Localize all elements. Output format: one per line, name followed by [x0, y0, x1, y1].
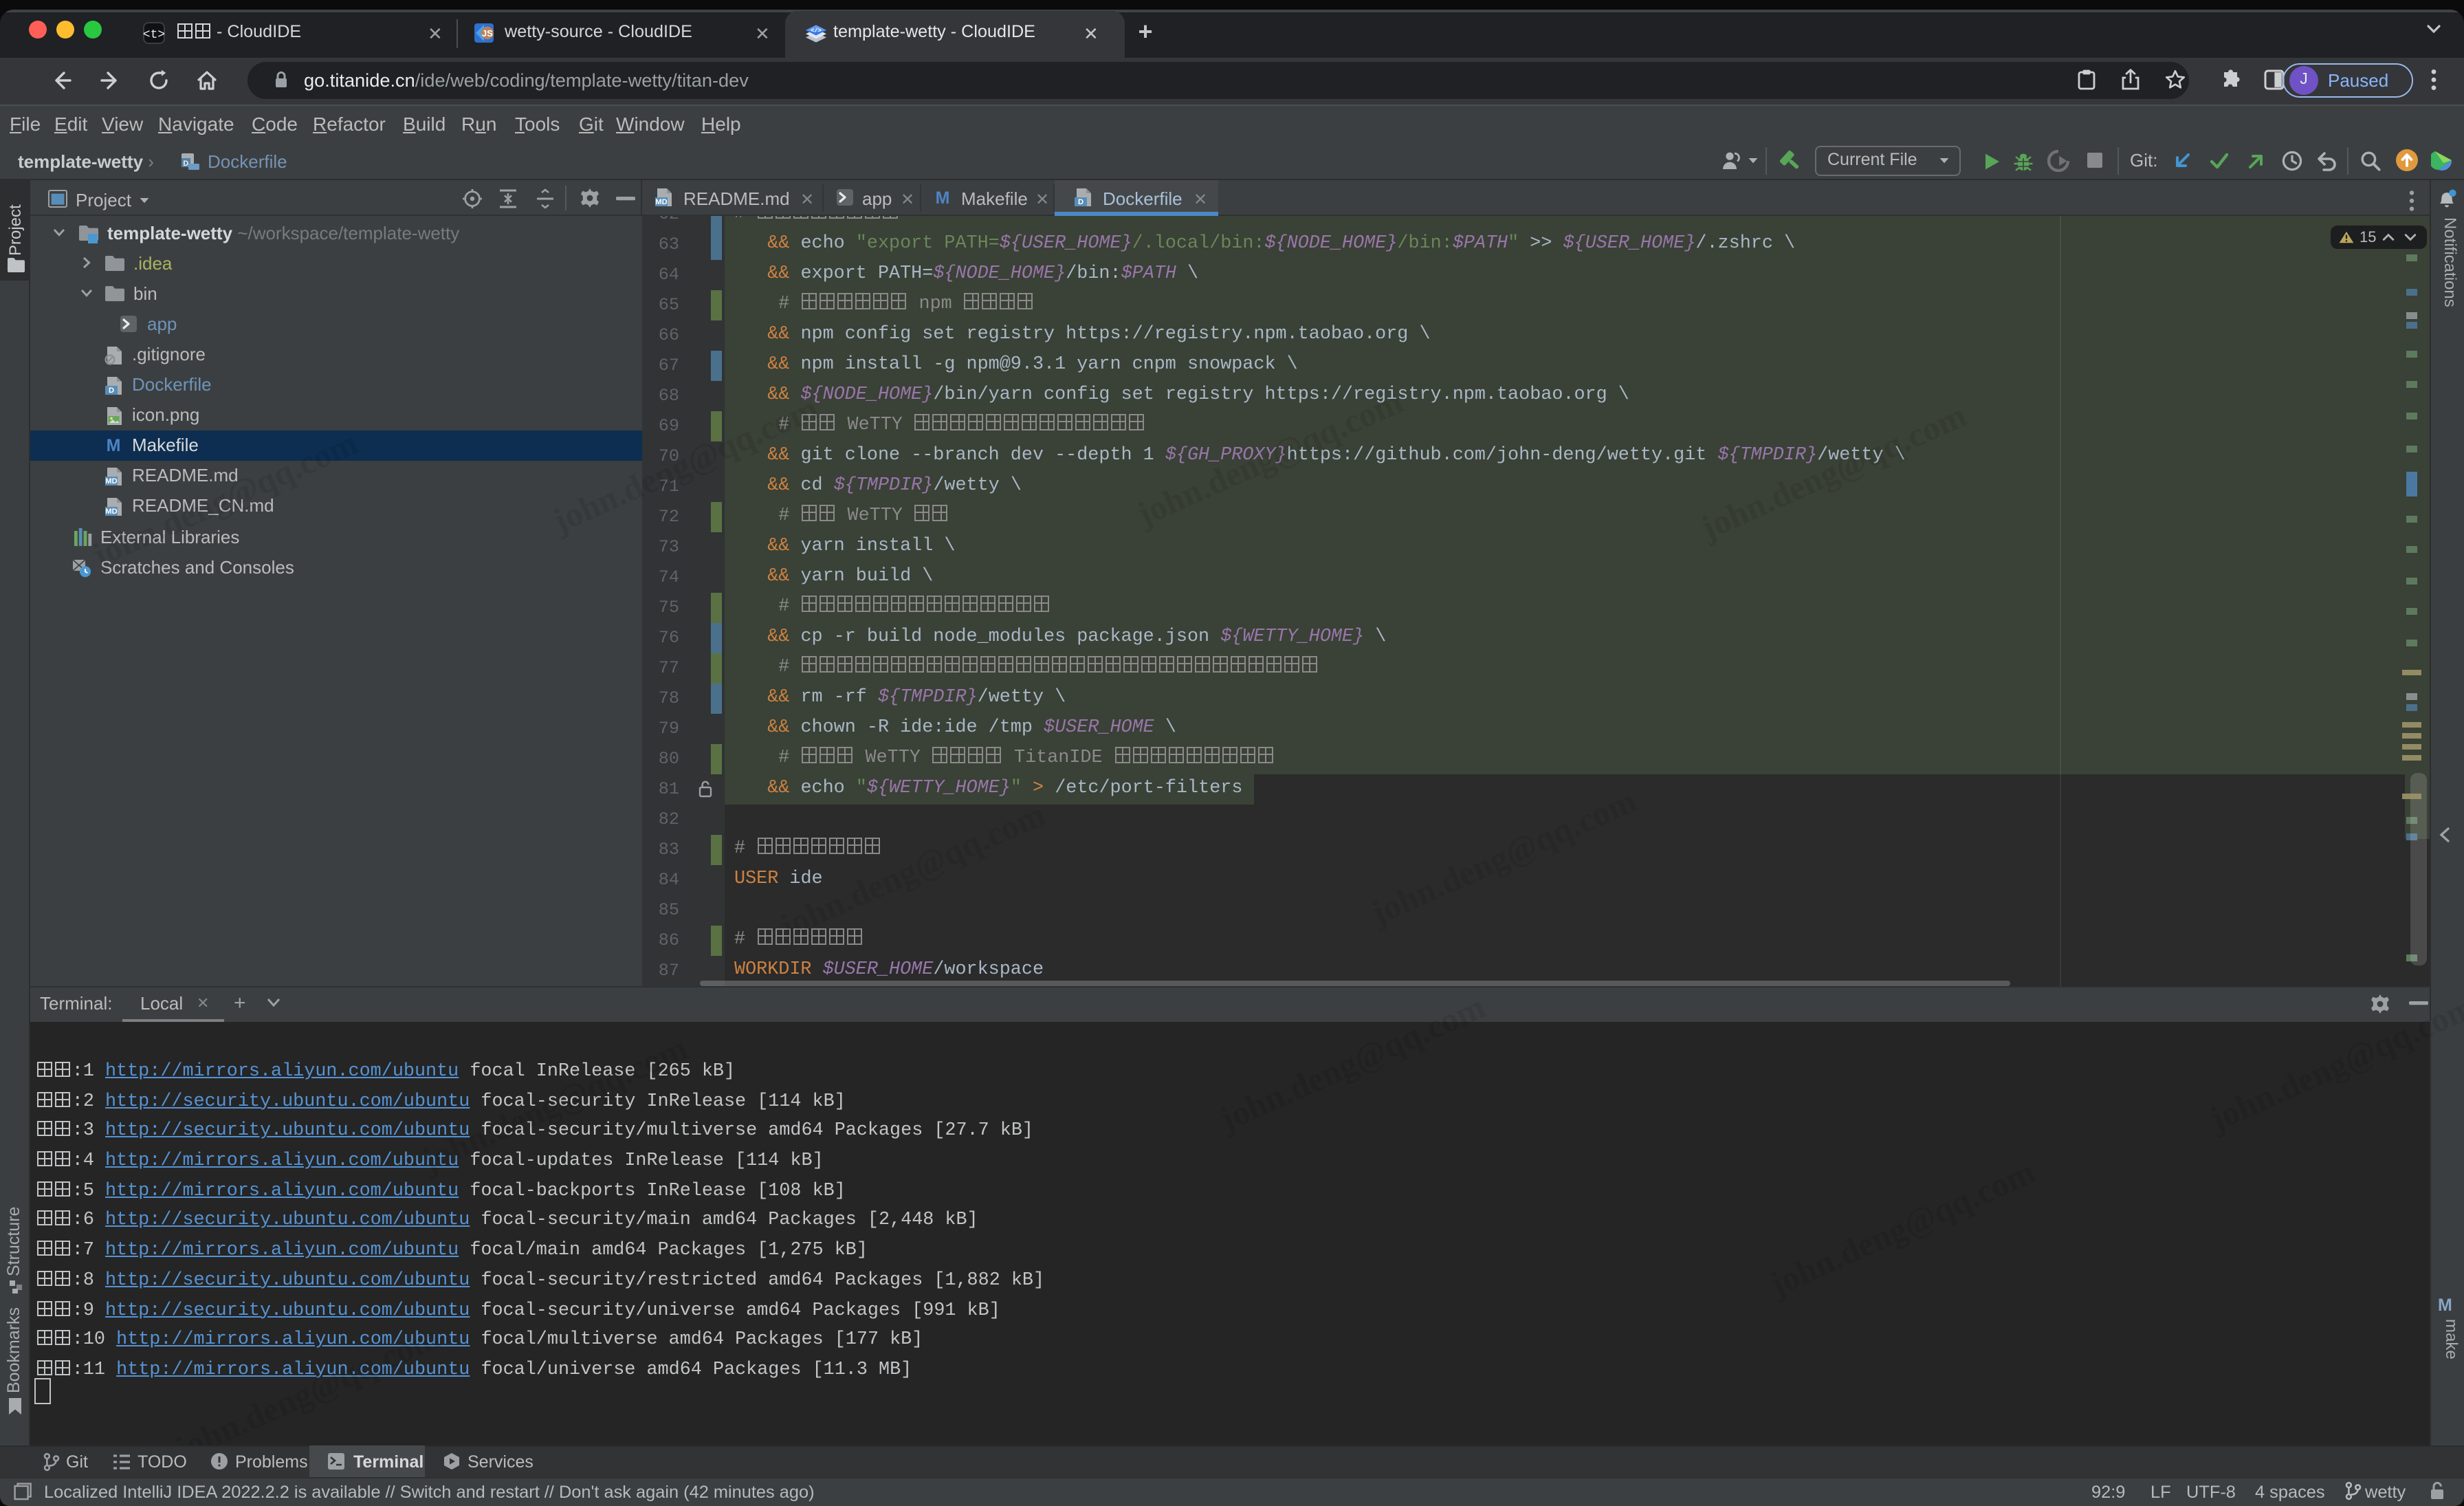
svg-text:M: M [936, 188, 950, 205]
svg-text:MD: MD [655, 198, 667, 206]
svg-text:D: D [1078, 198, 1084, 206]
svg-text:MD: MD [105, 508, 117, 516]
svg-text:<t>: <t> [143, 28, 165, 42]
svg-text:D: D [183, 160, 188, 168]
svg-text:D: D [109, 386, 114, 395]
svg-text:JS: JS [482, 28, 493, 39]
svg-text:M: M [107, 436, 121, 452]
svg-text:</>: </> [811, 28, 822, 34]
svg-text:MD: MD [105, 478, 117, 486]
